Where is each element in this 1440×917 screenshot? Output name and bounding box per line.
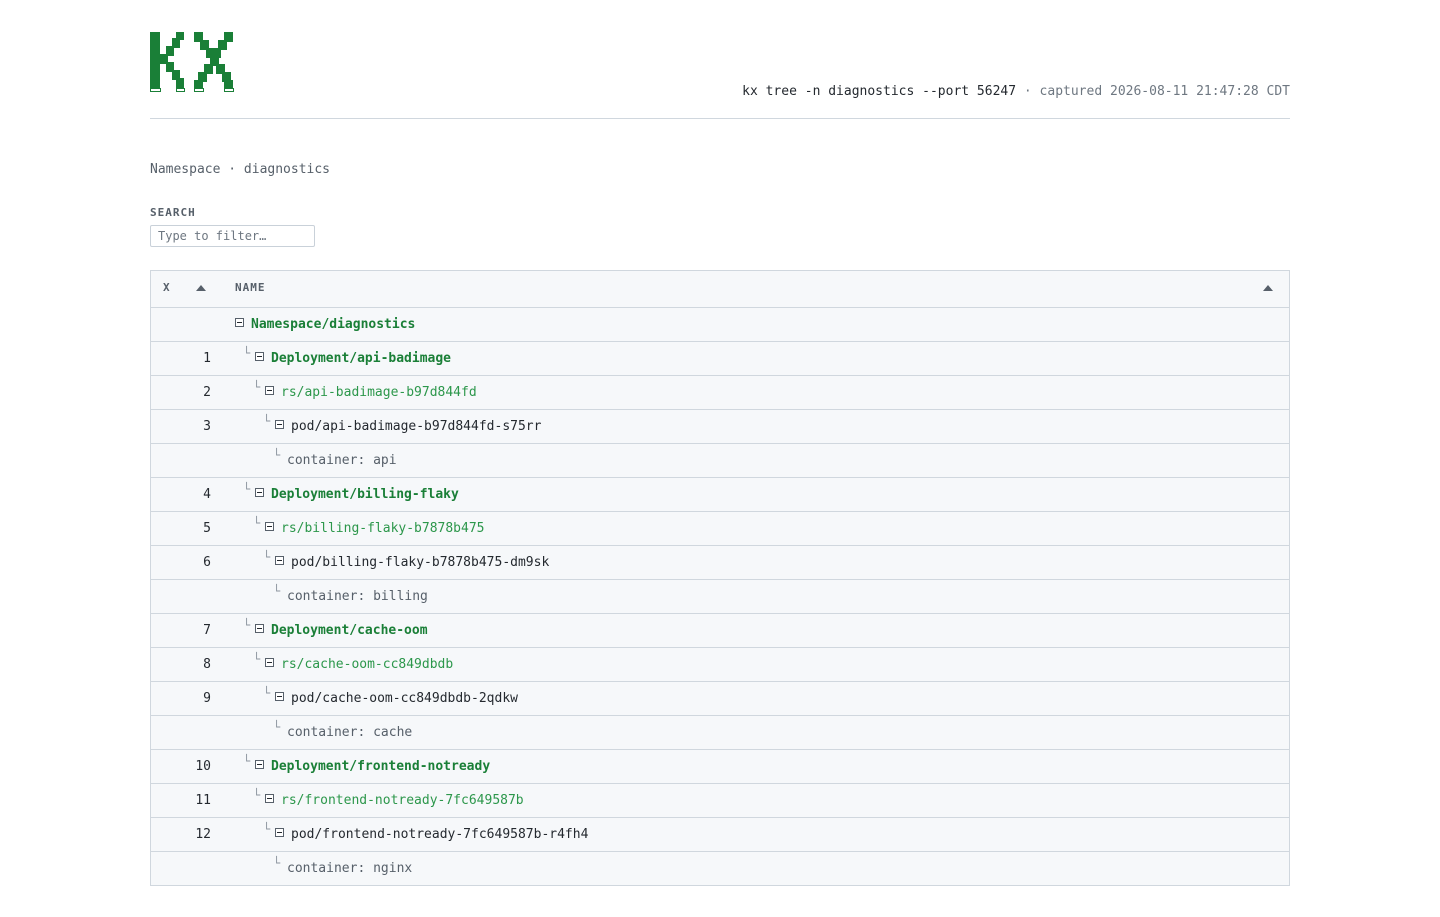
tree-branch-icon: └: [243, 482, 251, 496]
page-header: kx tree -n diagnostics --port 56247 · ca…: [150, 0, 1290, 119]
row-index: 5: [203, 521, 211, 536]
table-row[interactable]: └ container: cache: [151, 716, 1289, 750]
tree-branch-icon: └: [253, 652, 261, 666]
tree-branch-icon: └: [263, 414, 271, 428]
collapse-icon[interactable]: [265, 794, 274, 803]
resource-name[interactable]: Deployment/cache-oom: [271, 623, 428, 638]
tree-branch-icon: └: [253, 380, 261, 394]
resource-name[interactable]: container: nginx: [287, 861, 412, 876]
row-index: 9: [203, 691, 211, 706]
collapse-icon[interactable]: [255, 760, 264, 769]
resource-table: X NAME Namespace/diagnostics 1 └ Deployment…: [150, 270, 1290, 886]
resource-name[interactable]: pod/frontend-notready-7fc649587b-r4fh4: [291, 827, 588, 842]
tree-branch-icon: └: [273, 856, 281, 870]
resource-name[interactable]: rs/cache-oom-cc849dbdb: [281, 657, 453, 672]
collapse-icon[interactable]: [255, 352, 264, 361]
resource-name[interactable]: container: cache: [287, 725, 412, 740]
collapse-icon[interactable]: [265, 522, 274, 531]
command-separator: ·: [1023, 84, 1032, 99]
table-row[interactable]: 12 └ pod/frontend-notready-7fc649587b-r4fh…: [151, 818, 1289, 852]
captured-timestamp: captured 2026-08-11 21:47:28 CDT: [1039, 84, 1290, 99]
tree-branch-icon: └: [253, 788, 261, 802]
row-index: 7: [203, 623, 211, 638]
resource-name[interactable]: container: billing: [287, 589, 428, 604]
tree-branch-icon: └: [253, 516, 261, 530]
search-input[interactable]: [150, 225, 315, 247]
tree-branch-icon: └: [263, 822, 271, 836]
tree-branch-icon: └: [273, 720, 281, 734]
table-row[interactable]: └ container: billing: [151, 580, 1289, 614]
table-row[interactable]: 3 └ pod/api-badimage-b97d844fd-s75rr: [151, 410, 1289, 444]
resource-name[interactable]: rs/billing-flaky-b7878b475: [281, 521, 485, 536]
tree-branch-icon: └: [263, 550, 271, 564]
table-body: Namespace/diagnostics 1 └ Deployment/api-ba…: [151, 308, 1289, 885]
resource-name[interactable]: pod/cache-oom-cc849dbdb-2qdkw: [291, 691, 518, 706]
row-index: 10: [195, 759, 211, 774]
row-index: 6: [203, 555, 211, 570]
table-row[interactable]: └ container: api: [151, 444, 1289, 478]
sort-up-icon[interactable]: [1263, 285, 1273, 291]
table-row[interactable]: 10 └ Deployment/frontend-notready: [151, 750, 1289, 784]
collapse-icon[interactable]: [235, 318, 244, 327]
collapse-icon[interactable]: [275, 420, 284, 429]
command-text: kx tree -n diagnostics --port 56247: [742, 84, 1017, 99]
table-row[interactable]: 6 └ pod/billing-flaky-b7878b475-dm9sk: [151, 546, 1289, 580]
row-index: 1: [203, 351, 211, 366]
row-index: 4: [203, 487, 211, 502]
namespace-line: Namespace · diagnostics: [150, 162, 331, 177]
resource-name[interactable]: pod/api-badimage-b97d844fd-s75rr: [291, 419, 541, 434]
page: kx tree -n diagnostics --port 56247 · ca…: [150, 0, 1290, 886]
resource-name[interactable]: container: api: [287, 453, 397, 468]
resource-name[interactable]: Namespace/diagnostics: [251, 317, 415, 332]
table-row[interactable]: 9 └ pod/cache-oom-cc849dbdb-2qdkw: [151, 682, 1289, 716]
table-row[interactable]: 5 └ rs/billing-flaky-b7878b475: [151, 512, 1289, 546]
tree-branch-icon: └: [273, 448, 281, 462]
column-x-header[interactable]: X: [163, 281, 171, 294]
collapse-icon[interactable]: [275, 692, 284, 701]
resource-name[interactable]: rs/frontend-notready-7fc649587b: [281, 793, 524, 808]
table-header: X NAME: [151, 271, 1289, 308]
table-row[interactable]: 7 └ Deployment/cache-oom: [151, 614, 1289, 648]
table-row[interactable]: 8 └ rs/cache-oom-cc849dbdb: [151, 648, 1289, 682]
tree-branch-icon: └: [243, 618, 251, 632]
resource-name[interactable]: Deployment/frontend-notready: [271, 759, 490, 774]
kx-logo: [150, 32, 234, 92]
collapse-icon[interactable]: [265, 386, 274, 395]
resource-name[interactable]: Deployment/api-badimage: [271, 351, 451, 366]
resource-name[interactable]: Deployment/billing-flaky: [271, 487, 459, 502]
tree-branch-icon: └: [273, 584, 281, 598]
table-row[interactable]: 4 └ Deployment/billing-flaky: [151, 478, 1289, 512]
tree-branch-icon: └: [243, 346, 251, 360]
row-index: 8: [203, 657, 211, 672]
row-index: 12: [195, 827, 211, 842]
resource-name[interactable]: pod/billing-flaky-b7878b475-dm9sk: [291, 555, 549, 570]
search-label: SEARCH: [150, 206, 196, 219]
tree-branch-icon: └: [263, 686, 271, 700]
row-index: 11: [195, 793, 211, 808]
command-line: kx tree -n diagnostics --port 56247 · ca…: [742, 84, 1290, 99]
resource-name[interactable]: rs/api-badimage-b97d844fd: [281, 385, 477, 400]
collapse-icon[interactable]: [275, 828, 284, 837]
table-row[interactable]: 1 └ Deployment/api-badimage: [151, 342, 1289, 376]
row-index: 3: [203, 419, 211, 434]
table-row[interactable]: Namespace/diagnostics: [151, 308, 1289, 342]
collapse-icon[interactable]: [255, 624, 264, 633]
sort-up-icon[interactable]: [196, 285, 206, 291]
table-row[interactable]: 11 └ rs/frontend-notready-7fc649587b: [151, 784, 1289, 818]
collapse-icon[interactable]: [265, 658, 274, 667]
column-name-header[interactable]: NAME: [235, 281, 266, 294]
tree-branch-icon: └: [243, 754, 251, 768]
collapse-icon[interactable]: [255, 488, 264, 497]
row-index: 2: [203, 385, 211, 400]
table-row[interactable]: 2 └ rs/api-badimage-b97d844fd: [151, 376, 1289, 410]
table-row[interactable]: └ container: nginx: [151, 852, 1289, 885]
collapse-icon[interactable]: [275, 556, 284, 565]
